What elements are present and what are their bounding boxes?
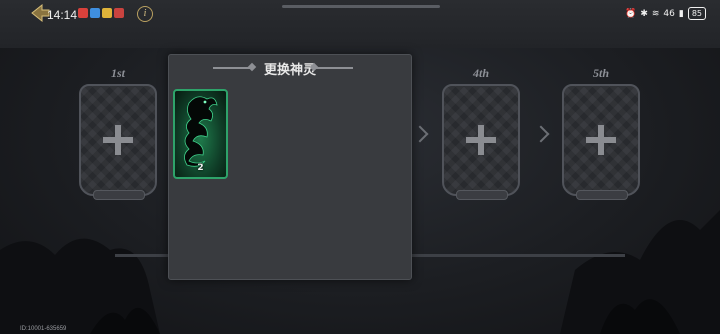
plus-icon [586,125,616,155]
slot-frame[interactable] [79,84,157,196]
notification-red-icon [78,8,88,18]
info-icon[interactable]: i [137,6,153,22]
battery-icon: 85 [687,7,706,20]
title-ornament-right [313,67,353,69]
deity-card[interactable]: 2 [173,89,228,179]
dialog-title: 更换神灵 [263,63,316,78]
slot-label: 5th [592,66,609,80]
plus-icon [466,125,496,155]
signal-bars-icon: ▮ [678,8,684,19]
slot-bar [93,190,145,200]
slot-4[interactable]: 4th [438,66,524,200]
change-deity-dialog: 更换神灵 2 [168,54,412,280]
player-id: ID:10001-635659 [20,326,67,332]
notification-red2-icon [114,8,124,18]
signal-text: 46 [663,8,675,19]
slot-1[interactable]: 1st [75,66,161,200]
notification-icons [78,8,124,18]
slot-5[interactable]: 5th [558,66,644,200]
slot-bar [576,190,628,200]
slot-label: 1st [110,66,125,80]
notification-blue-icon [90,8,100,18]
status-bar: 14:14 i ⏰ ✱ ≋ 46 ▮ 85 [0,0,720,28]
notification-yellow-icon [102,8,112,18]
slot-frame[interactable] [562,84,640,196]
slot-bar [456,190,508,200]
slot-label: 4th [472,66,489,80]
bluetooth-icon: ✱ [640,8,648,19]
plus-icon [103,125,133,155]
wifi-icon: ≋ [651,8,660,19]
system-icons: ⏰ ✱ ≋ 46 ▮ 85 [625,7,706,20]
clock-time: 14:14 [47,8,78,22]
alarm-icon: ⏰ [625,8,637,19]
slot-frame[interactable] [442,84,520,196]
card-level: 2 [197,163,204,173]
